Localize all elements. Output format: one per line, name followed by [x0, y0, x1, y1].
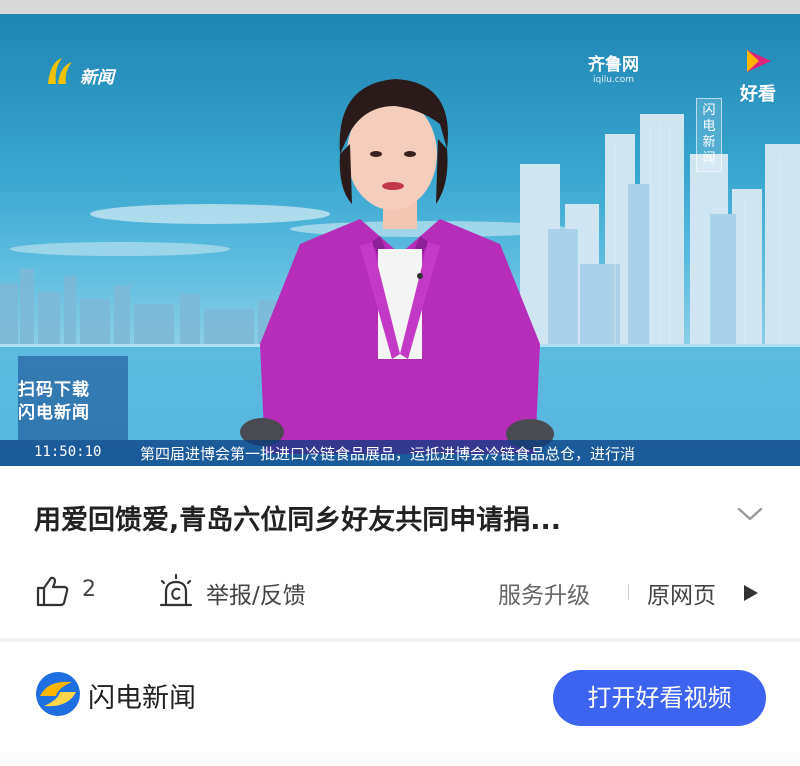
haokan-logo-text: 好看 — [740, 84, 776, 105]
like-count: 2 — [82, 577, 96, 602]
open-haokan-button[interactable]: 打开好看视频 — [553, 670, 766, 726]
bottom-strip — [0, 752, 800, 766]
haokan-watermark: 好看 — [740, 48, 776, 106]
article-title: 用爱回馈爱,青岛六位同乡好友共同申请捐... — [34, 505, 562, 536]
action-separator — [628, 584, 629, 600]
channel-logo-text: 新闻 — [80, 68, 114, 88]
qilu-logo-text: 齐鲁网 — [588, 55, 639, 75]
chevron-down-icon[interactable] — [736, 505, 764, 523]
shandong-tv-logo: 新闻 — [44, 54, 114, 88]
app-name: 闪电新闻 — [88, 683, 196, 714]
service-upgrade-link[interactable]: 服务升级 — [498, 576, 590, 610]
shandong-logo-icon — [48, 58, 72, 84]
status-bar-strip — [0, 0, 800, 14]
ticker-timestamp: 11:50:10 — [34, 444, 102, 460]
qilu-logo: 齐鲁网 iqilu.com — [588, 50, 639, 85]
report-feedback-link[interactable]: 举报/反馈 — [206, 576, 306, 610]
video-player[interactable]: 新闻 齐鲁网 iqilu.com 好看 闪电新闻 扫码下载 闪电新闻 11:50… — [0, 14, 800, 466]
haokan-play-icon — [747, 50, 771, 72]
thumbs-up-icon[interactable] — [36, 575, 70, 607]
news-ticker: 11:50:10 第四届进博会第一批进口冷链食品展品，运抵进博会冷链食品总仓，进… — [0, 440, 800, 466]
section-divider — [0, 638, 800, 642]
action-bar: 2 举报/反馈 服务升级 原网页 — [0, 568, 800, 616]
flash-news-tag: 闪电新闻 — [696, 98, 722, 172]
anchor-figure — [260, 79, 540, 454]
qr-caption-line1: 扫码下载 — [18, 380, 90, 400]
original-page-link[interactable]: 原网页 — [647, 576, 716, 610]
qr-caption-line2: 闪电新闻 — [18, 403, 90, 423]
flash-news-app-icon — [36, 672, 80, 716]
qilu-logo-sub: iqilu.com — [592, 75, 634, 85]
ticker-text: 第四届进博会第一批进口冷链食品展品，运抵进博会冷链食品总仓，进行消 — [140, 445, 636, 463]
alarm-report-icon[interactable] — [156, 574, 196, 610]
play-triangle-icon[interactable] — [742, 583, 760, 603]
